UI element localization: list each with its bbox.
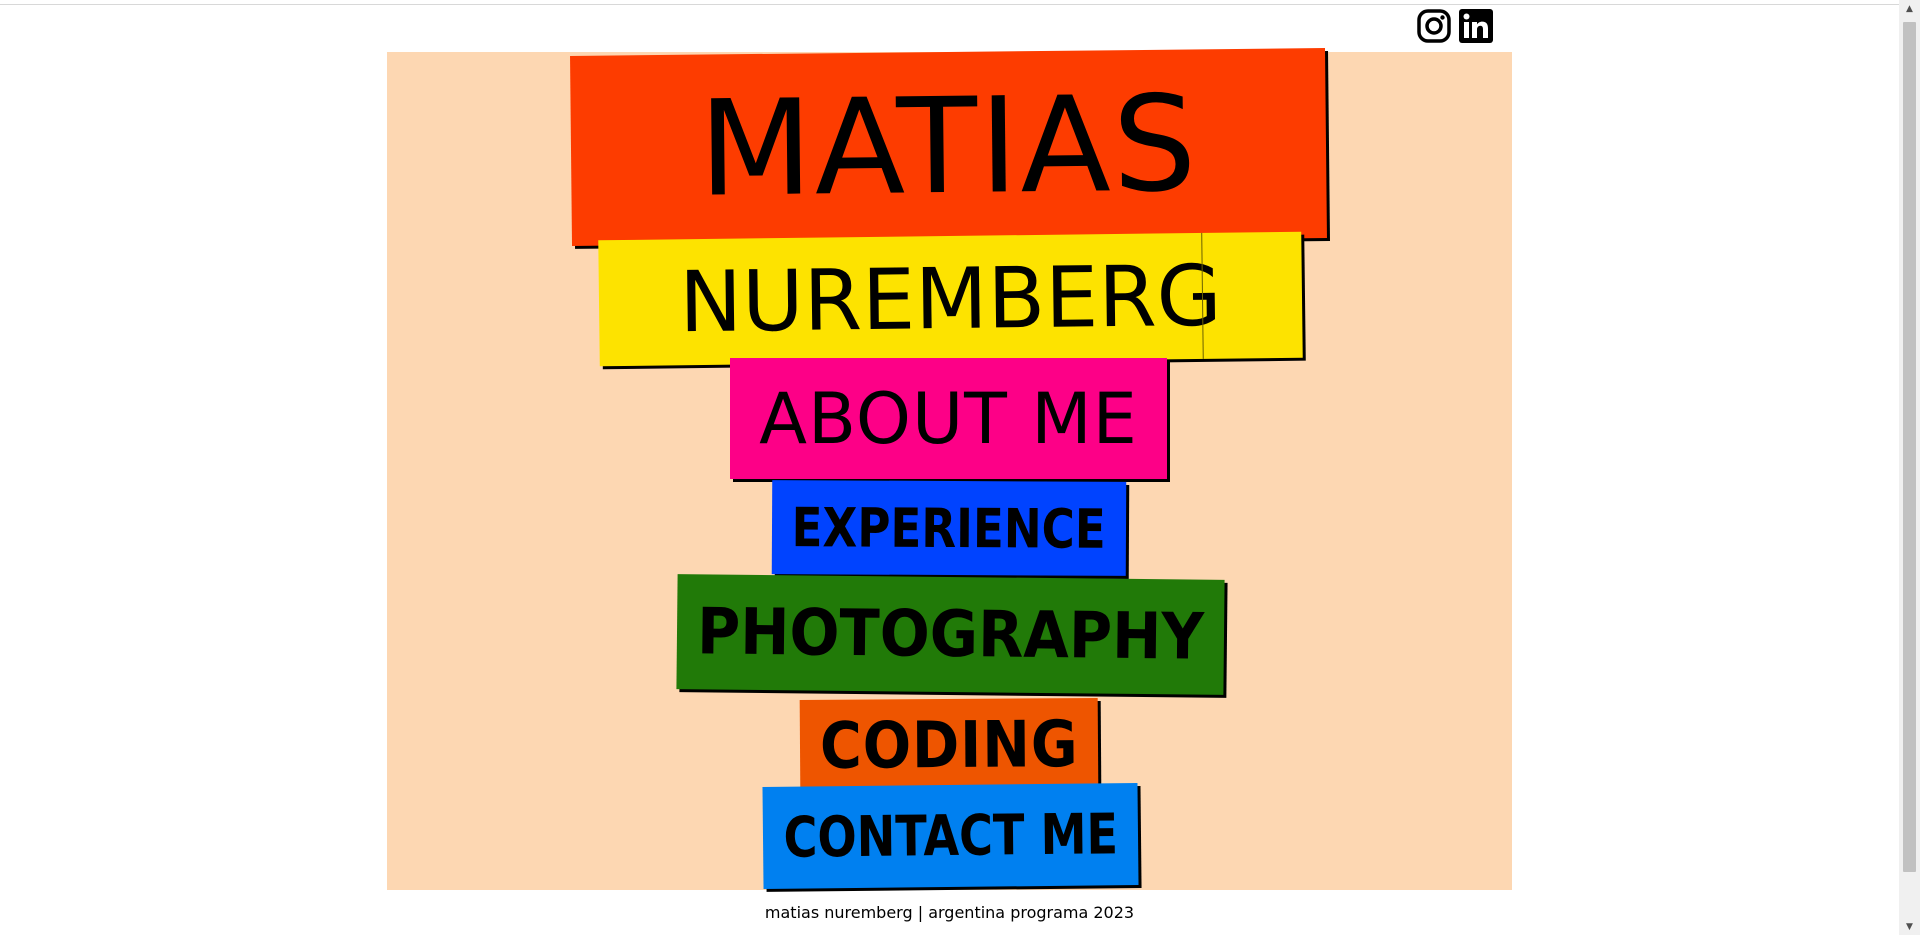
nav-contact-me-label: CONTACT ME: [782, 801, 1119, 871]
last-name-text: NUREMBERG: [678, 246, 1223, 352]
nav-photography[interactable]: PHOTOGRAPHY: [676, 574, 1225, 695]
linkedin-icon[interactable]: [1458, 8, 1494, 44]
nav-contact-me[interactable]: CONTACT ME: [762, 783, 1139, 889]
last-name-block: NUREMBERG: [598, 231, 1303, 367]
social-links: [1416, 8, 1494, 46]
vertical-scrollbar[interactable]: ▲ ▼: [1899, 0, 1920, 935]
nav-about-me-label: ABOUT ME: [759, 377, 1138, 460]
browser-top-border: [0, 0, 1899, 5]
nav-coding[interactable]: CODING: [799, 697, 1099, 794]
scrollbar-thumb[interactable]: [1903, 22, 1916, 872]
hero-panel: MATIAS NUREMBERG ABOUT ME EXPERIENCE PHO…: [387, 48, 1512, 890]
nav-coding-label: CODING: [819, 707, 1079, 784]
nav-photography-label: PHOTOGRAPHY: [696, 594, 1205, 675]
nav-experience[interactable]: EXPERIENCE: [771, 480, 1127, 576]
scroll-up-arrow-icon[interactable]: ▲: [1899, 0, 1920, 17]
footer-text: matias nuremberg | argentina programa 20…: [764, 903, 1135, 922]
nav-about-me[interactable]: ABOUT ME: [730, 358, 1167, 479]
scroll-down-arrow-icon[interactable]: ▼: [1899, 918, 1920, 935]
first-name-block: MATIAS: [570, 48, 1327, 246]
first-name-text: MATIAS: [697, 67, 1200, 227]
nav-experience-label: EXPERIENCE: [791, 495, 1107, 561]
instagram-icon[interactable]: [1416, 8, 1452, 44]
